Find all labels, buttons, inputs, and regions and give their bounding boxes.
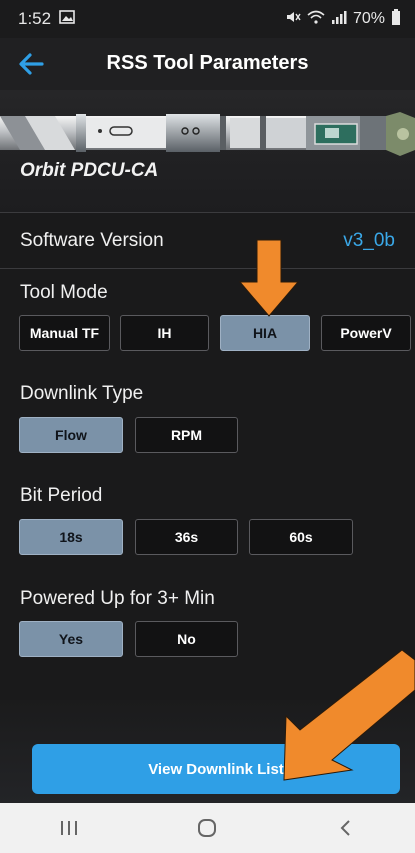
mute-icon [285, 10, 301, 29]
annotation-arrow-down-icon [238, 239, 300, 317]
system-nav-bar [0, 803, 415, 853]
recent-apps-icon[interactable] [39, 808, 99, 848]
tool-mode-label: Tool Mode [20, 282, 108, 303]
bit-period-60s-button[interactable]: 60s [249, 519, 353, 555]
back-icon[interactable] [316, 808, 376, 848]
status-bar: 1:52 70% [0, 0, 415, 38]
downlink-type-flow-button[interactable]: Flow [19, 417, 123, 453]
downlink-type-rpm-button[interactable]: RPM [135, 417, 238, 453]
bit-period-18s-button[interactable]: 18s [19, 519, 123, 555]
tool-name: Orbit PDCU-CA [20, 160, 159, 181]
powered-up-no-button[interactable]: No [135, 621, 238, 657]
tool-mode-manual-tf-button[interactable]: Manual TF [19, 315, 110, 351]
divider [0, 268, 415, 269]
page-title: RSS Tool Parameters [106, 52, 309, 74]
powered-up-label: Powered Up for 3+ Min [20, 588, 215, 609]
image-notification-icon [59, 9, 75, 29]
tool-image [0, 110, 415, 158]
bit-period-label: Bit Period [20, 485, 103, 506]
app-bar: RSS Tool Parameters [0, 38, 415, 90]
home-icon[interactable] [177, 808, 237, 848]
software-version-label: Software Version [20, 230, 164, 251]
tool-mode-powerv-button[interactable]: PowerV [321, 315, 411, 351]
bit-period-36s-button[interactable]: 36s [135, 519, 238, 555]
status-time: 1:52 [18, 9, 52, 28]
signal-icon [331, 10, 347, 29]
wifi-icon [307, 10, 325, 29]
battery-percent: 70% [352, 10, 385, 27]
battery-icon [391, 8, 401, 30]
software-version-value: v3_0b [343, 230, 395, 251]
divider [0, 212, 415, 213]
downlink-type-label: Downlink Type [20, 383, 144, 404]
powered-up-yes-button[interactable]: Yes [19, 621, 123, 657]
view-downlink-list-button[interactable]: View Downlink List [32, 744, 400, 794]
tool-mode-ih-button[interactable]: IH [120, 315, 209, 351]
tool-mode-hia-button[interactable]: HIA [220, 315, 310, 351]
